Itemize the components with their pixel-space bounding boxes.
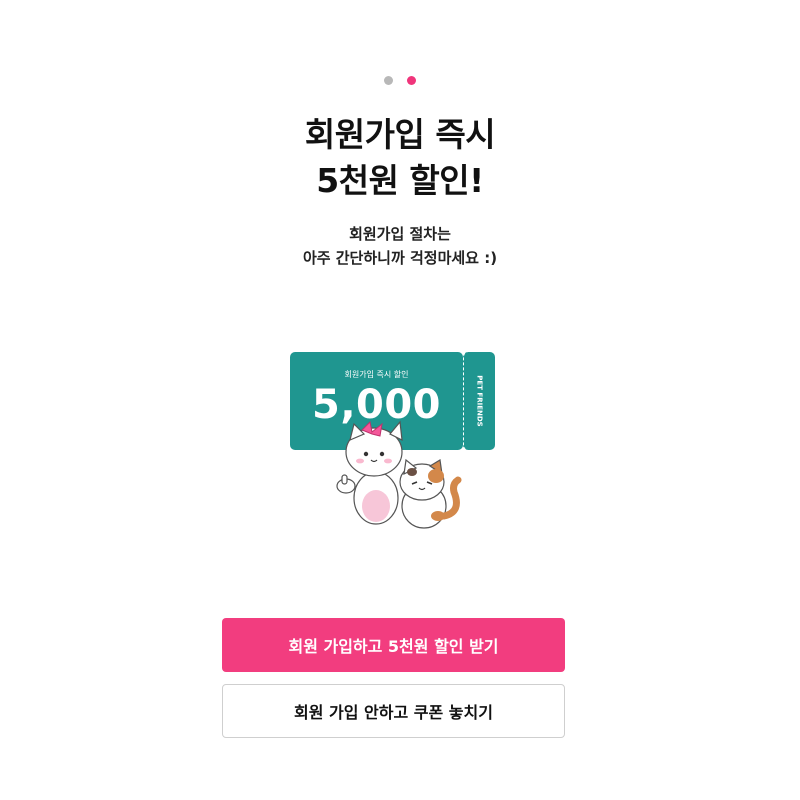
subtext-line-1: 회원가입 절차는	[349, 225, 451, 243]
headline: 회원가입 즉시 5천원 할인!	[0, 112, 800, 204]
headline-line-1: 회원가입 즉시	[304, 115, 496, 154]
coupon-illustration: 회원가입 즉시 할인 5,000 PET FRIENDS	[290, 352, 500, 532]
page-dot-1[interactable]	[384, 76, 393, 85]
subtext: 회원가입 절차는 아주 간단하니까 걱정마세요 :)	[0, 222, 800, 270]
headline-line-2: 5천원 할인!	[316, 161, 484, 200]
coupon-caption: 회원가입 즉시 할인	[344, 370, 409, 379]
brand-logo: PET FRIENDS	[466, 356, 494, 446]
signup-discount-button[interactable]: 회원 가입하고 5천원 할인 받기	[222, 618, 565, 672]
cats-mascot-illustration	[336, 420, 462, 529]
page-indicator	[0, 76, 800, 85]
onboarding-page: 회원가입 즉시 5천원 할인! 회원가입 절차는 아주 간단하니까 걱정마세요 …	[0, 0, 800, 800]
brand-logo-text: PET FRIENDS	[476, 375, 484, 427]
skip-coupon-button[interactable]: 회원 가입 안하고 쿠폰 놓치기	[222, 684, 565, 738]
page-dot-2-active[interactable]	[407, 76, 416, 85]
subtext-line-2: 아주 간단하니까 걱정마세요 :)	[302, 249, 498, 267]
